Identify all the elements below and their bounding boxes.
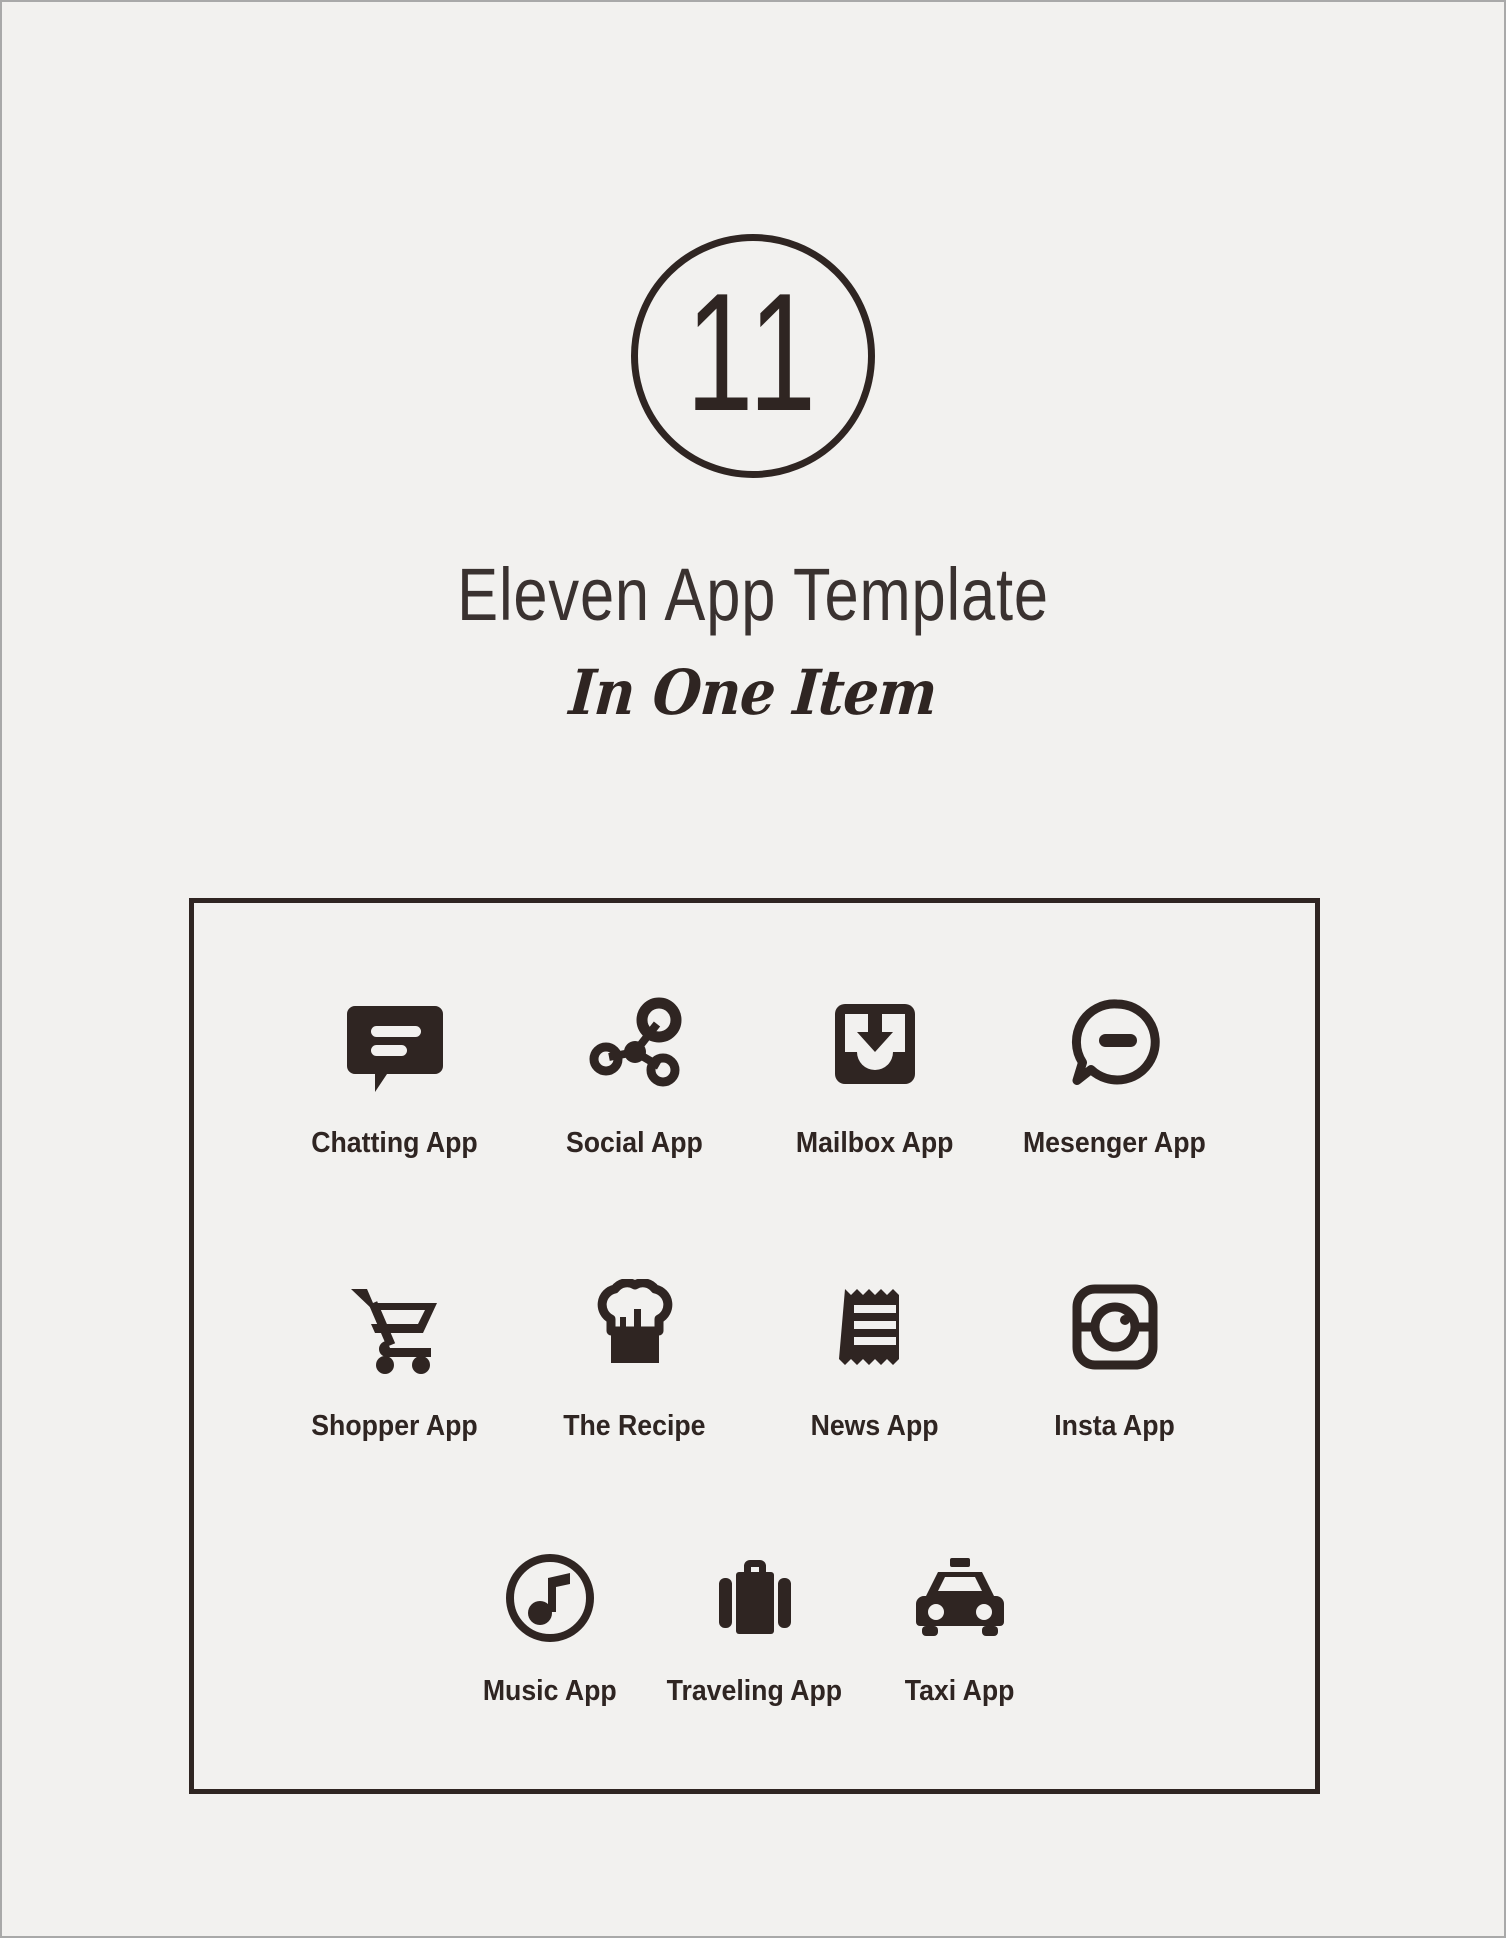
icon-label: News App: [810, 1410, 939, 1442]
icon-label: Insta App: [1054, 1410, 1175, 1442]
shopping-cart-icon: [347, 1272, 443, 1382]
music-note-circle-icon: [502, 1543, 598, 1653]
icon-cell-news-app[interactable]: News App: [755, 1272, 995, 1443]
icon-cell-taxi-app[interactable]: Taxi App: [857, 1543, 1062, 1708]
icon-cell-insta-app[interactable]: Insta App: [995, 1272, 1235, 1443]
icon-label: Chatting App: [311, 1127, 478, 1159]
poster-page: 11 Eleven App Template In One Item Chatt…: [0, 0, 1506, 1938]
icon-label: Traveling App: [666, 1675, 843, 1707]
suitcase-icon: [707, 1543, 803, 1653]
icon-row-3: Music App Traveling App Taxi App: [194, 1543, 1315, 1708]
share-network-icon: [587, 989, 683, 1099]
title-block: Eleven App Template In One Item: [2, 553, 1504, 730]
icon-label: Music App: [482, 1675, 617, 1707]
icon-label: The Recipe: [563, 1410, 706, 1442]
icon-label: Shopper App: [311, 1410, 478, 1442]
icon-cell-social-app[interactable]: Social App: [515, 989, 755, 1160]
chef-hat-icon: [587, 1272, 683, 1382]
icon-row-2: Shopper App The Recipe News App Insta Ap…: [194, 1272, 1315, 1443]
icon-label: Mailbox App: [795, 1127, 954, 1159]
icon-row-1: Chatting App Social App Mailbox App Mese…: [194, 989, 1315, 1160]
page-title: Eleven App Template: [457, 553, 1049, 636]
camera-square-icon: [1067, 1272, 1163, 1382]
icon-cell-music-app[interactable]: Music App: [447, 1543, 652, 1708]
page-subtitle: In One Item: [566, 656, 940, 729]
icon-cell-chatting-app[interactable]: Chatting App: [275, 989, 515, 1160]
icon-cell-traveling-app[interactable]: Traveling App: [652, 1543, 857, 1708]
newspaper-receipt-icon: [827, 1272, 923, 1382]
icon-label: Mesenger App: [1023, 1127, 1206, 1159]
icon-label: Social App: [566, 1127, 703, 1159]
icon-cell-mailbox-app[interactable]: Mailbox App: [755, 989, 995, 1160]
taxi-car-icon: [912, 1543, 1008, 1653]
number-badge: 11: [631, 234, 875, 478]
chat-bubble-icon: [346, 989, 443, 1099]
badge-number-text: 11: [685, 258, 821, 446]
messenger-minus-icon: [1067, 989, 1163, 1099]
icon-label: Taxi App: [904, 1675, 1015, 1707]
icon-cell-mesenger-app[interactable]: Mesenger App: [995, 989, 1235, 1160]
icon-grid: Chatting App Social App Mailbox App Mese…: [194, 903, 1315, 1789]
badge-container: 11: [2, 234, 1504, 478]
icon-cell-shopper-app[interactable]: Shopper App: [275, 1272, 515, 1443]
icon-showcase-frame: Chatting App Social App Mailbox App Mese…: [189, 898, 1320, 1794]
inbox-download-icon: [827, 989, 923, 1099]
icon-cell-the-recipe[interactable]: The Recipe: [515, 1272, 755, 1443]
